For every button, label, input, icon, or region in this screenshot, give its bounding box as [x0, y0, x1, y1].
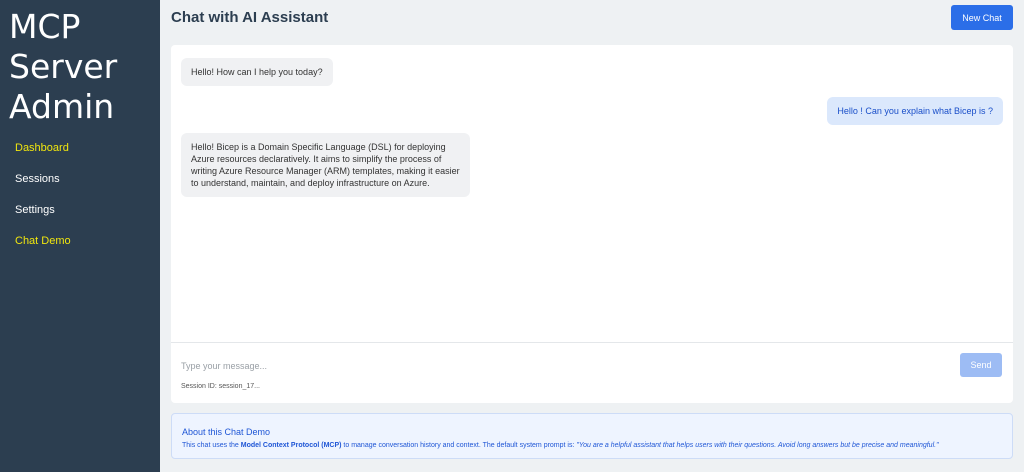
about-panel: About this Chat Demo This chat uses the … — [171, 413, 1013, 459]
about-description: This chat uses the Model Context Protoco… — [182, 442, 939, 449]
about-text-middle: to manage conversation history and conte… — [341, 442, 577, 449]
message-list: Hello! How can I help you today? Hello !… — [171, 45, 1013, 342]
main-content: Chat with AI Assistant New Chat Hello! H… — [160, 0, 1024, 472]
chat-panel: Hello! How can I help you today? Hello !… — [171, 45, 1013, 403]
send-button[interactable]: Send — [960, 353, 1002, 377]
message-line: Hello! Bicep is a Domain Specific Langua… — [191, 142, 446, 152]
protocol-name: Model Context Protocol (MCP) — [240, 442, 342, 449]
sidebar: MCP Server Admin Dashboard Sessions Sett… — [0, 0, 160, 472]
message-line: writing Azure Resource Manager (ARM) tem… — [191, 166, 460, 176]
sidebar-item-settings[interactable]: Settings — [0, 201, 160, 232]
composer-divider — [171, 342, 1013, 343]
brand-line-1: MCP — [9, 7, 81, 46]
about-text-prefix: This chat uses the — [182, 442, 241, 449]
sidebar-item-dashboard[interactable]: Dashboard — [0, 139, 160, 170]
sidebar-item-sessions[interactable]: Sessions — [0, 170, 160, 201]
session-id: Session ID: session_17... — [181, 383, 260, 390]
message-line: Azure resources declaratively. It aims t… — [191, 154, 442, 164]
brand-line-3: Admin — [9, 87, 115, 126]
message-line: to understand, maintain, and deploy infr… — [191, 178, 430, 188]
message-input[interactable] — [181, 358, 941, 374]
sidebar-item-chat-demo[interactable]: Chat Demo — [0, 232, 160, 263]
page-header: Chat with AI Assistant New Chat — [160, 0, 1024, 36]
system-prompt: "You are a helpful assistant that helps … — [576, 442, 939, 449]
sidebar-nav: Dashboard Sessions Settings Chat Demo — [0, 139, 160, 263]
about-title: About this Chat Demo — [182, 427, 271, 437]
assistant-message: Hello! Bicep is a Domain Specific Langua… — [181, 133, 470, 197]
user-message: Hello ! Can you explain what Bicep is ? — [827, 97, 1003, 125]
new-chat-button[interactable]: New Chat — [951, 5, 1013, 30]
assistant-message: Hello! How can I help you today? — [181, 58, 333, 86]
page-title: Chat with AI Assistant — [171, 9, 329, 26]
brand-line-2: Server — [9, 47, 118, 86]
app-logo-text: MCP Server Admin — [0, 0, 150, 127]
